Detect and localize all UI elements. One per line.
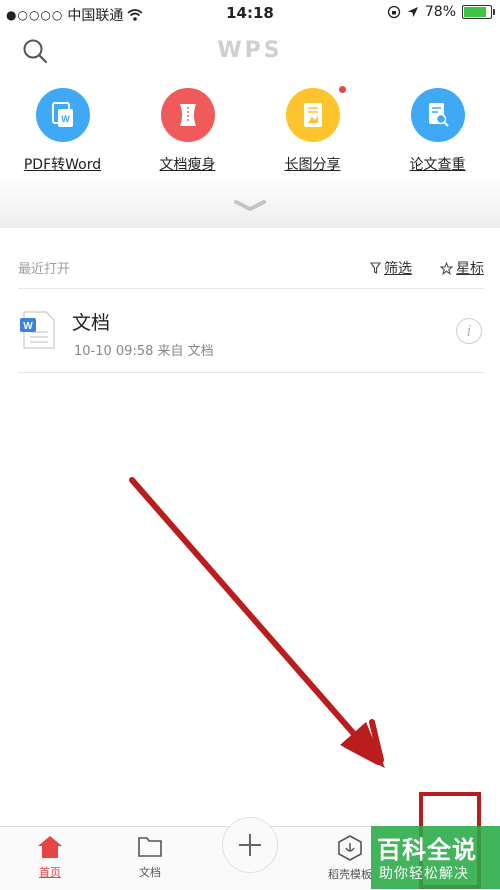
tool-slim-doc[interactable]: 文档瘦身 [125, 88, 250, 174]
slim-doc-icon [160, 88, 215, 142]
star-label: 星标 [456, 261, 484, 277]
svg-text:W: W [61, 114, 70, 124]
list-item[interactable]: W 文档 10-10 09:58 来自 文档 i [18, 290, 484, 373]
tool-paper-check[interactable]: 论文查重 [375, 88, 500, 174]
recent-title: 最近打开 [18, 262, 71, 277]
location-icon [407, 7, 418, 17]
tool-pdf-to-word[interactable]: W PDF转Word [0, 88, 125, 174]
star-icon [440, 261, 453, 275]
pdf-to-word-icon: W [35, 88, 90, 142]
star-button[interactable]: 星标 [440, 258, 484, 278]
tool-label: PDF转Word [23, 157, 102, 173]
tool-long-image[interactable]: 长图分享 [250, 86, 375, 174]
folder-icon [138, 837, 162, 857]
expand-chevron-icon[interactable] [234, 200, 266, 212]
home-header: WPS W PDF转Word 文档瘦身 长图分享 论文查重 [0, 28, 500, 228]
file-meta: 10-10 09:58 来自 文档 [74, 344, 214, 359]
recent-header: 最近打开 筛选 星标 [18, 252, 484, 289]
plus-icon [239, 834, 261, 856]
status-bar: ●○○○○ 中国联通 14:18 78% [0, 0, 500, 28]
tab-documents[interactable]: 文档 [120, 835, 180, 880]
watermark-subtitle: 助你轻松解决 [379, 866, 469, 882]
tab-label: 首页 [39, 866, 61, 879]
tool-label: 长图分享 [284, 157, 341, 173]
tab-label: 文档 [139, 866, 161, 879]
rotation-lock-icon [387, 5, 401, 19]
battery-icon [462, 5, 495, 19]
battery-percent: 78% [424, 4, 456, 20]
tool-shortcuts: W PDF转Word 文档瘦身 长图分享 论文查重 [0, 86, 500, 174]
tool-label: 论文查重 [409, 157, 466, 173]
home-icon [38, 836, 62, 858]
tab-home[interactable]: 首页 [20, 835, 80, 880]
filter-label: 筛选 [384, 261, 412, 277]
info-icon[interactable]: i [456, 318, 482, 344]
watermark: 百科全说 助你轻松解决 [371, 826, 500, 889]
watermark-title: 百科全说 [377, 836, 477, 864]
filter-button[interactable]: 筛选 [370, 258, 412, 278]
filter-icon [370, 262, 381, 274]
new-document-button[interactable] [222, 817, 278, 873]
file-name: 文档 [72, 312, 111, 334]
word-document-icon: W [20, 311, 55, 349]
paper-check-icon [410, 88, 465, 142]
svg-text:W: W [23, 321, 33, 332]
template-icon [338, 835, 362, 861]
new-badge [338, 86, 346, 93]
wps-logo: WPS [217, 38, 283, 63]
long-image-icon [285, 86, 346, 142]
tool-label: 文档瘦身 [159, 157, 216, 173]
tab-label: 稻壳模板 [328, 868, 372, 881]
